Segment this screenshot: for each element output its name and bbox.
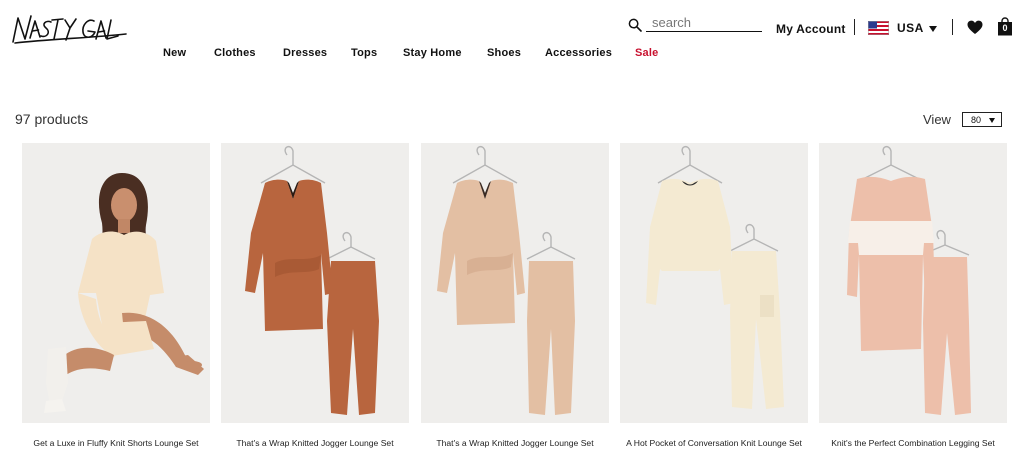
product-name[interactable]: That's a Wrap Knitted Jogger Lounge Set	[421, 438, 609, 448]
product-photo	[819, 143, 1007, 423]
product-name[interactable]: That's a Wrap Knitted Jogger Lounge Set	[221, 438, 409, 448]
search-input[interactable]	[646, 14, 762, 32]
product-name[interactable]: Knit's the Perfect Combination Legging S…	[819, 438, 1007, 448]
product-photo	[620, 143, 808, 423]
product-name[interactable]: A Hot Pocket of Conversation Knit Lounge…	[620, 438, 808, 448]
logo[interactable]	[10, 12, 128, 46]
nav-item-tops[interactable]: Tops	[351, 47, 377, 59]
product-card[interactable]: Knit's the Perfect Combination Legging S…	[819, 143, 1007, 448]
product-card[interactable]: That's a Wrap Knitted Jogger Lounge Set	[221, 143, 409, 448]
bag-button[interactable]: 0	[997, 17, 1013, 36]
search-icon[interactable]	[628, 18, 642, 32]
view-label: View	[923, 112, 951, 127]
product-photo	[22, 143, 210, 423]
view-select-value: 80	[970, 114, 981, 125]
product-image[interactable]	[620, 143, 808, 423]
bag-count: 0	[1002, 23, 1008, 33]
view-select[interactable]: 80	[961, 112, 1002, 127]
search-box[interactable]	[628, 14, 762, 34]
product-name[interactable]: Get a Luxe in Fluffy Knit Shorts Lounge …	[22, 438, 210, 448]
nav-item-sale[interactable]: Sale	[635, 47, 658, 59]
product-photo	[421, 143, 609, 423]
nav-item-stay-home[interactable]: Stay Home	[403, 47, 462, 59]
heart-icon[interactable]	[967, 20, 983, 35]
nav-item-shoes[interactable]: Shoes	[487, 47, 521, 59]
country-selector[interactable]: USA	[868, 19, 937, 37]
product-image[interactable]	[421, 143, 609, 423]
product-image[interactable]	[221, 143, 409, 423]
product-card[interactable]: That's a Wrap Knitted Jogger Lounge Set	[421, 143, 609, 448]
divider	[854, 19, 855, 35]
nav-item-new[interactable]: New	[163, 47, 186, 59]
product-photo	[221, 143, 409, 423]
product-count: 97 products	[15, 111, 89, 127]
nav-item-clothes[interactable]: Clothes	[214, 47, 256, 59]
nav-item-accessories[interactable]: Accessories	[545, 47, 612, 59]
view-control: View 80	[923, 112, 1002, 127]
nav-item-dresses[interactable]: Dresses	[283, 47, 327, 59]
main-nav: New Clothes Dresses Tops Stay Home Shoes…	[0, 47, 1024, 63]
logo-wordmark	[12, 15, 127, 44]
chevron-down-icon	[928, 25, 937, 32]
chevron-down-icon	[988, 118, 995, 123]
country-label: USA	[897, 21, 924, 35]
my-account-link[interactable]: My Account	[776, 22, 846, 36]
product-image[interactable]	[819, 143, 1007, 423]
product-card[interactable]: A Hot Pocket of Conversation Knit Lounge…	[620, 143, 808, 448]
divider	[952, 19, 953, 35]
product-image[interactable]	[22, 143, 210, 423]
product-card[interactable]: Get a Luxe in Fluffy Knit Shorts Lounge …	[22, 143, 210, 448]
flag-usa-icon	[868, 21, 889, 35]
